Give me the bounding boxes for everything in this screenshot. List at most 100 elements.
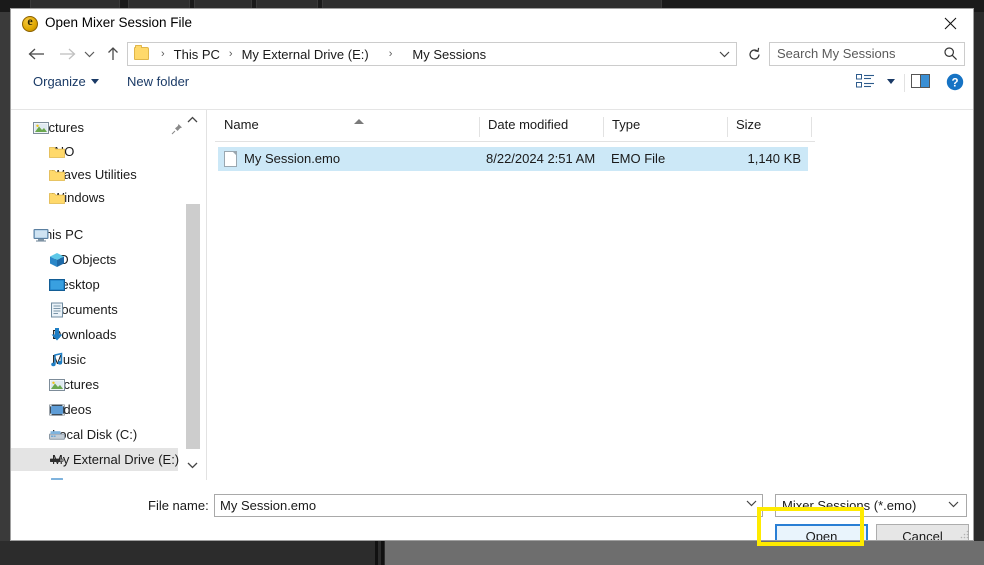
folder-icon [49,167,65,183]
sidebar-item-windows[interactable]: Windows [11,186,178,209]
3d-objects-icon [49,252,65,268]
address-bar[interactable]: › This PC › My External Drive (E:) › My … [127,42,737,66]
sidebar-scrollbar-thumb[interactable] [186,204,200,449]
dialog-toolbar: Organize New folder ? [11,69,973,99]
videos-icon [49,402,65,418]
toolbar-divider [904,74,905,92]
new-folder-button[interactable]: New folder [127,74,189,89]
file-name-input[interactable] [214,494,763,517]
pin-icon[interactable] [171,122,183,135]
column-header-label: Date modified [488,117,569,132]
column-divider[interactable] [811,117,812,137]
dialog-title: Open Mixer Session File [45,15,193,30]
screen: Open Mixer Session File [0,0,984,565]
chevron-down-icon[interactable] [746,499,757,510]
column-divider[interactable] [603,117,604,137]
column-header-size[interactable]: Size [736,117,761,141]
sidebar-item-aio[interactable]: AIO [11,140,178,163]
organize-button[interactable]: Organize [33,74,99,89]
table-row[interactable]: My Session.emo 8/22/2024 2:51 AM EMO Fil… [218,147,808,171]
host-bottom-notch [375,541,378,565]
sidebar-item-label: My External Drive (E:) [52,452,180,467]
breadcrumb-item-my-sessions[interactable]: My Sessions [408,47,490,62]
breadcrumb-separator: › [388,48,393,60]
file-name-cell: My Session.emo [244,151,341,166]
file-type-select[interactable]: Mixer Sessions (*.emo) [775,494,967,517]
arrow-right-icon [56,43,78,65]
host-app-bottom-bar [0,541,984,565]
organize-label: Organize [33,74,86,89]
column-header-label: Size [736,117,762,132]
column-header-label: Name [224,117,259,132]
dialog-body: Pictures AIO [11,110,973,480]
column-header-type[interactable]: Type [612,117,640,141]
file-name-label: File name: [148,498,209,513]
breadcrumb-item-my-external-drive[interactable]: My External Drive (E:) [238,47,373,62]
folder-icon [134,45,149,60]
search-input[interactable]: Search My Sessions [769,42,965,66]
chevron-down-icon[interactable] [716,46,732,62]
sidebar-item-partial[interactable] [11,472,178,480]
host-bottom-dark-region [0,541,385,565]
column-header-name[interactable]: Name [224,117,364,141]
file-date-cell: 8/22/2024 2:51 AM [486,151,596,166]
sidebar-item-this-pc[interactable]: This PC [11,223,178,246]
sidebar-item-waves-utilities[interactable]: Waves Utilities [11,163,178,186]
file-list: Name Date modified Type Size My Session.… [207,110,973,480]
sidebar-item-pictures[interactable]: Pictures [11,373,178,396]
sidebar-item-my-external-drive[interactable]: My External Drive (E:) [11,448,180,471]
column-divider[interactable] [479,117,480,137]
arrow-up-icon[interactable] [102,43,124,65]
usb-drive-icon [49,452,65,468]
sidebar-item-3d-objects[interactable]: 3D Objects [11,248,178,271]
open-button[interactable]: Open [775,524,868,540]
cancel-button[interactable]: Cancel [876,524,969,540]
scroll-down-button[interactable] [187,460,198,472]
pictures-icon [49,377,65,393]
file-type-cell: EMO File [611,151,666,166]
music-icon [49,352,65,368]
search-icon[interactable] [943,46,958,61]
navigation-pane: Pictures AIO [11,110,206,480]
view-options-icon[interactable] [856,73,895,89]
column-header-date-modified[interactable]: Date modified [488,117,568,141]
sidebar-item-music[interactable]: Music [11,348,178,371]
file-type-value: Mixer Sessions (*.emo) [782,498,917,513]
sidebar-item-desktop[interactable]: Desktop [11,273,178,296]
close-icon[interactable] [927,9,973,38]
new-folder-label: New folder [127,74,190,89]
sidebar-item-pictures-quick[interactable]: Pictures [11,116,178,139]
sidebar-item-downloads[interactable]: Downloads [11,323,178,346]
folder-icon [49,190,65,206]
refresh-icon[interactable] [744,44,764,64]
dialog-footer: File name: Mixer Sessions (*.emo) Open C… [11,480,973,540]
dialog-title-bar: Open Mixer Session File [11,9,973,39]
arrow-left-icon[interactable] [25,43,47,65]
sidebar-item-documents[interactable]: Documents [11,298,178,321]
sidebar-item-videos[interactable]: Videos [11,398,178,421]
navigation-bar: › This PC › My External Drive (E:) › My … [11,39,973,69]
open-file-dialog: Open Mixer Session File [10,8,974,541]
caret-down-icon[interactable] [887,78,895,84]
breadcrumb-separator: › [228,48,233,60]
breadcrumb-item-this-pc[interactable]: This PC [170,47,224,62]
sort-ascending-icon [354,119,364,124]
preview-pane-icon[interactable] [911,73,930,89]
resize-grip-icon[interactable] [959,527,969,539]
chevron-down-icon[interactable] [948,500,959,511]
file-icon [224,151,237,167]
help-icon[interactable]: ? [946,73,964,91]
desktop-icon [49,277,65,293]
sidebar-item-local-disk-c[interactable]: Local Disk (C:) [11,423,178,446]
column-divider[interactable] [727,117,728,137]
drive-icon [49,427,65,443]
svg-text:?: ? [951,77,958,89]
breadcrumb: › This PC › My External Drive (E:) › My … [156,43,490,65]
host-bottom-gray-region [385,541,984,565]
folder-icon [49,144,65,160]
this-pc-icon [33,227,49,243]
column-header-label: Type [612,117,641,132]
chevron-down-icon[interactable] [81,43,97,65]
search-placeholder: Search My Sessions [777,46,896,61]
caret-down-icon [90,79,99,84]
